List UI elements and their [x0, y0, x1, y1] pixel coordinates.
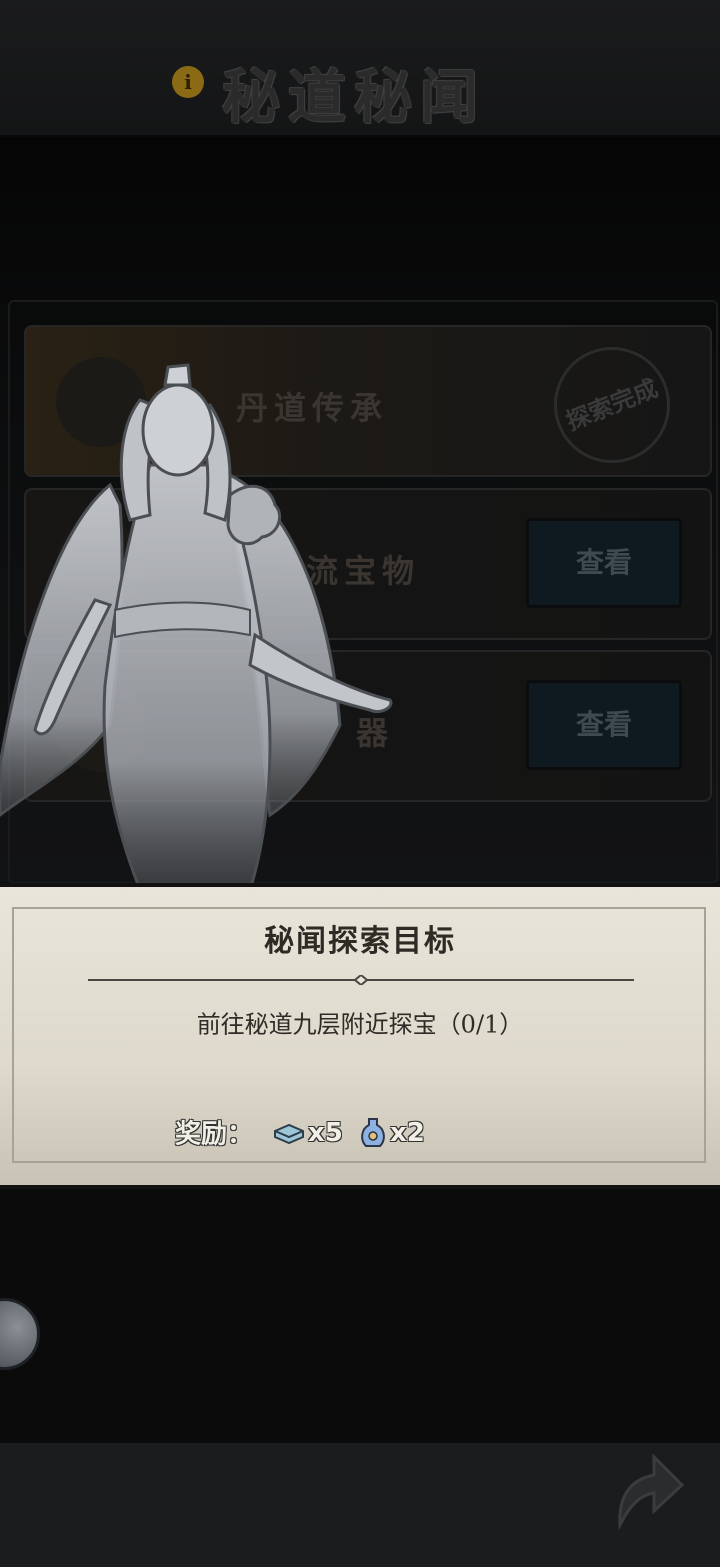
info-icon[interactable]: i — [172, 66, 204, 98]
panel-title: 秘闻探索目标 — [264, 924, 456, 959]
reward-quantity: x5 — [308, 1118, 343, 1148]
page-title: 秘道秘闻 — [222, 63, 487, 131]
objective-text: 前往秘道九层附近探宝（0/1） — [196, 1010, 524, 1039]
view-button[interactable]: 查看 — [526, 680, 682, 770]
avatar[interactable] — [0, 1298, 40, 1370]
top-header: i 秘道秘闻 — [0, 0, 720, 137]
reward-quantity: x2 — [390, 1118, 425, 1148]
character-illustration — [0, 363, 393, 890]
reward-item[interactable]: x5 — [272, 1116, 343, 1150]
view-button[interactable]: 查看 — [526, 518, 682, 608]
spirit-stone-icon — [274, 1123, 304, 1145]
elixir-bottle-icon — [361, 1118, 385, 1147]
explore-complete-stamp: 探索完成 — [536, 329, 688, 481]
ornament-divider — [88, 975, 634, 985]
reward-item[interactable]: x2 — [358, 1116, 425, 1150]
reward-label: 奖励： — [175, 1119, 254, 1150]
share-arrow-icon[interactable] — [610, 1445, 686, 1535]
